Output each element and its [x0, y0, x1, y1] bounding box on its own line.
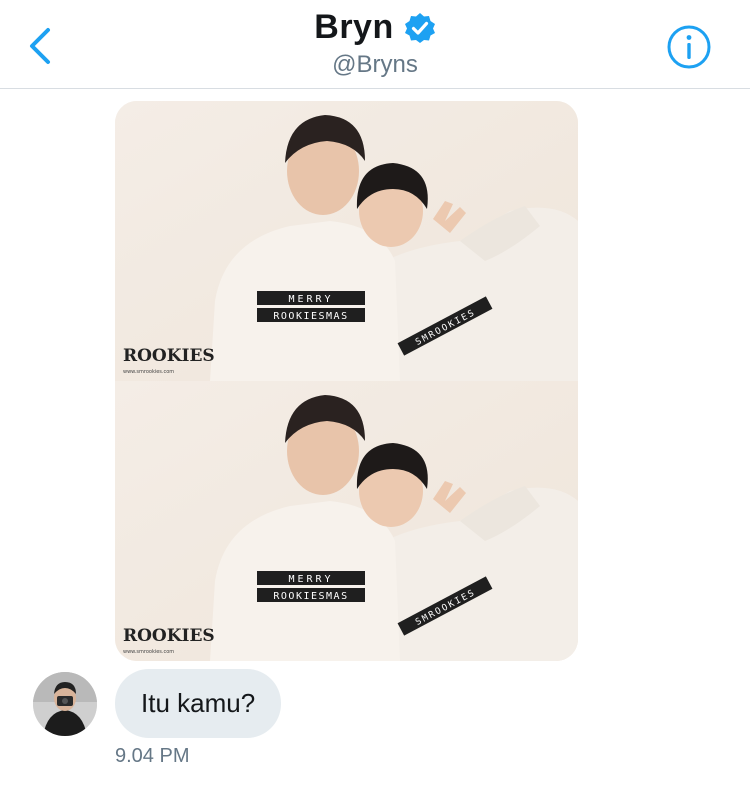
avatar[interactable]: [33, 672, 97, 736]
verified-badge-icon: [404, 12, 435, 43]
photo-panel: MERRY ROOKIESMAS SMROOKIES ROOKIES www.s…: [115, 381, 578, 661]
rookies-logo: ROOKIES: [123, 346, 215, 366]
message-text: Itu kamu?: [141, 688, 256, 718]
info-button[interactable]: [666, 24, 712, 70]
shirt-text: ROOKIESMAS: [273, 591, 348, 602]
rookies-logo: ROOKIES: [123, 626, 215, 646]
message-timestamp: 9.04 PM: [115, 745, 190, 767]
message-bubble[interactable]: Itu kamu?: [115, 669, 282, 738]
logo-url: www.smrookies.com: [123, 649, 174, 655]
image-message[interactable]: MERRY ROOKIESMAS SMROOKIES ROOKIES www.s…: [115, 101, 578, 661]
title-block: Bryn @Bryns: [0, 8, 750, 79]
photo: MERRY ROOKIESMAS SMROOKIES ROOKIES www.s…: [115, 381, 578, 661]
conversation-handle: @Bryns: [332, 51, 418, 78]
shirt-text: ROOKIESMAS: [273, 311, 348, 322]
logo-url: www.smrookies.com: [123, 369, 174, 375]
conversation-title: Bryn: [314, 8, 394, 46]
avatar-photo: [33, 672, 97, 736]
photo-panel: MERRY ROOKIESMAS SMROOKIES ROOKIES www.s…: [115, 101, 578, 381]
shirt-text: MERRY: [288, 294, 333, 305]
info-icon: [667, 25, 711, 69]
photo: MERRY ROOKIESMAS SMROOKIES ROOKIES www.s…: [115, 101, 578, 381]
conversation-header: Bryn @Bryns: [0, 0, 750, 89]
shirt-text: MERRY: [288, 574, 333, 585]
